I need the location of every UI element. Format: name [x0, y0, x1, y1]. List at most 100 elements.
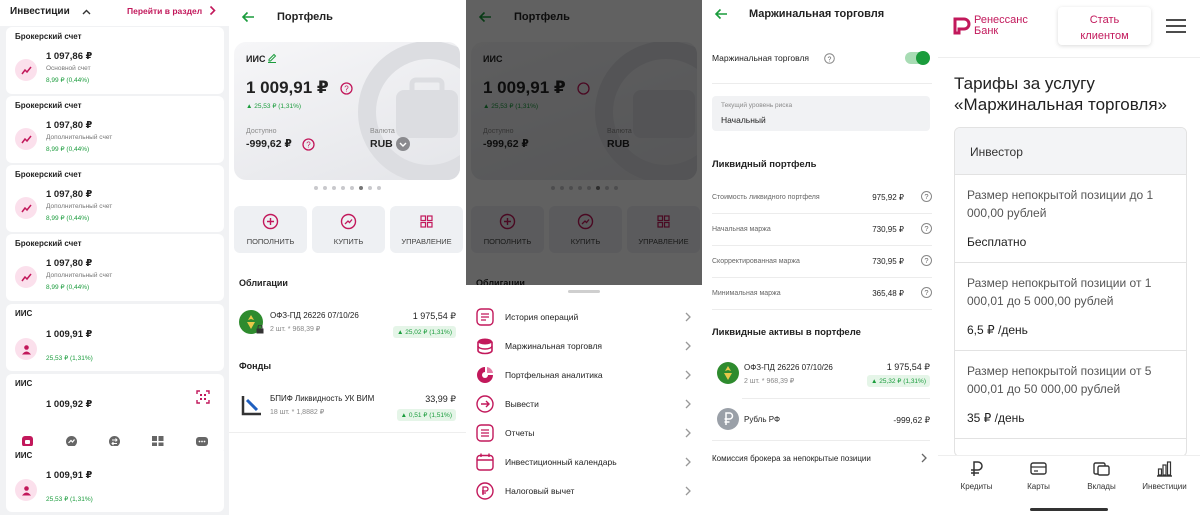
- menu-margin-trading[interactable]: Маржинальная торговля: [466, 332, 702, 361]
- asset-ruble-row[interactable]: Рубль РФ -999,62 ₽: [702, 404, 938, 436]
- tariffs-heading: Тарифы за услугу «Маржинальная торговля»: [954, 74, 1167, 114]
- bond-row[interactable]: ОФЗ-ПД 26226 07/10/26 2 шт. * 968,39 ₽ 1…: [229, 305, 466, 343]
- go-to-section-link[interactable]: Перейти в раздел: [127, 6, 202, 16]
- account-name: ИИС: [246, 54, 266, 64]
- account-change: 8,99 ₽ (0,44%): [46, 77, 90, 84]
- chevron-down-icon[interactable]: [396, 137, 410, 151]
- fund-change: ▲ 0,51 ₽ (1,51%): [396, 409, 456, 421]
- chevron-right-icon: [685, 457, 691, 467]
- menu-analytics[interactable]: Портфельная аналитика: [466, 361, 702, 390]
- briefcase-watermark-icon: [358, 42, 460, 180]
- calendar-icon: [476, 453, 494, 471]
- account-title: Брокерский счет: [15, 239, 82, 248]
- help-icon[interactable]: ?: [302, 138, 315, 151]
- svg-text:?: ?: [344, 85, 349, 94]
- account-card[interactable]: ИИС 1 009,91 ₽ 25,53 ₽ (1,31%): [6, 304, 224, 371]
- page-title: Маржинальная торговля: [749, 8, 885, 20]
- minimum-margin-row: Минимальная маржа 365,48 ₽ ?: [712, 278, 932, 310]
- portfolio-panel: Портфель ИИС 1 009,91 ₽ ? ▲ 25,53 ₽ (1,3…: [229, 0, 466, 515]
- qr-scan-icon[interactable]: [196, 390, 210, 404]
- edit-pencil-icon[interactable]: [267, 53, 277, 63]
- portfolio-card[interactable]: ИИС 1 009,91 ₽ ? ▲ 25,53 ₽ (1,31%) Досту…: [234, 42, 460, 180]
- trend-circle-icon: [340, 213, 357, 230]
- plus-circle-icon: [262, 213, 279, 230]
- account-subtitle: Основной счет: [46, 65, 91, 72]
- bonds-section-title: Облигации: [239, 278, 288, 288]
- svg-text:?: ?: [828, 56, 832, 63]
- help-icon[interactable]: ?: [921, 255, 932, 266]
- sheet-handle[interactable]: [568, 290, 600, 293]
- risk-level-field[interactable]: Текущий уровень риска Начальный: [712, 96, 930, 131]
- back-arrow-icon[interactable]: [241, 11, 255, 23]
- buy-button[interactable]: КУПИТЬ: [312, 206, 385, 253]
- nav-deposits[interactable]: Вклады: [1069, 456, 1134, 506]
- grid-icon: [420, 215, 433, 228]
- fund-qty: 18 шт. * 1,8882 ₽: [270, 409, 325, 416]
- currency-value: RUB: [370, 138, 393, 150]
- menu-reports[interactable]: Отчеты: [466, 419, 702, 448]
- account-card[interactable]: Брокерский счет 1 097,80 ₽ Дополнительны…: [6, 165, 224, 232]
- help-icon[interactable]: ?: [921, 223, 932, 234]
- account-card[interactable]: Брокерский счет 1 097,86 ₽ Основной счет…: [6, 27, 224, 94]
- divider: [712, 83, 932, 84]
- chevron-up-icon[interactable]: [82, 9, 91, 15]
- chevron-right-icon: [685, 370, 691, 380]
- account-card[interactable]: Брокерский счет 1 097,80 ₽ Дополнительны…: [6, 234, 224, 301]
- arrow-out-icon: [476, 395, 494, 413]
- asset-amount: -999,62 ₽: [893, 415, 930, 425]
- account-title: ИИС: [15, 451, 33, 460]
- menu-tax-deduction[interactable]: Налоговый вычет: [466, 477, 702, 506]
- fund-logo-icon: [241, 396, 261, 416]
- menu-withdraw[interactable]: Вывести: [466, 390, 702, 419]
- account-title: Брокерский счет: [15, 101, 82, 110]
- table-row: Размер непокрытой позиции до 1 000,00 ру…: [955, 175, 1186, 263]
- menu-history[interactable]: История операций: [466, 303, 702, 332]
- asset-name: Рубль РФ: [744, 415, 781, 424]
- asset-bond-row[interactable]: ОФЗ-ПД 26226 07/10/26 2 шт. * 968,39 ₽ 1…: [702, 355, 938, 397]
- hamburger-menu-icon[interactable]: [1166, 18, 1186, 34]
- risk-level-value: Начальный: [721, 115, 766, 125]
- account-change: 8,99 ₽ (0,44%): [46, 146, 90, 153]
- bond-change: ▲ 25,02 ₽ (1,31%): [392, 326, 456, 338]
- back-arrow-icon[interactable]: [714, 8, 728, 20]
- dim-overlay[interactable]: [466, 0, 702, 285]
- account-card[interactable]: Брокерский счет 1 097,80 ₽ Дополнительны…: [6, 96, 224, 163]
- funds-section-title: Фонды: [239, 361, 272, 371]
- commission-link[interactable]: Комиссия брокера за непокрытые позиции: [702, 445, 938, 471]
- bank-tariffs-panel: Ренессанс Банк Стать клиентом Тарифы за …: [938, 0, 1200, 515]
- manage-button[interactable]: УПРАВЛЕНИЕ: [390, 206, 463, 253]
- help-icon[interactable]: ?: [921, 191, 932, 202]
- nav-investments[interactable]: Инвестиции: [1132, 456, 1197, 506]
- help-icon[interactable]: ?: [824, 53, 835, 64]
- bond-amount: 1 975,54 ₽: [412, 311, 456, 321]
- portfolio-menu-panel: Портфель ИИС 1 009,91 ₽ ▲ 25,53 ₽ (1,31%…: [466, 0, 702, 515]
- lock-icon: [256, 325, 264, 334]
- chevron-right-icon[interactable]: [209, 5, 216, 16]
- emblem-icon: [717, 362, 739, 384]
- person-icon: [15, 338, 37, 360]
- currency-label: Валюта: [370, 128, 395, 135]
- account-amount: 1 097,80 ₽: [46, 258, 93, 269]
- pie-icon: [477, 367, 493, 383]
- account-amount: 1 097,86 ₽: [46, 51, 93, 62]
- bond-qty: 2 шт. * 968,39 ₽: [270, 326, 321, 333]
- help-icon[interactable]: ?: [340, 82, 353, 95]
- top-up-button[interactable]: ПОПОЛНИТЬ: [234, 206, 307, 253]
- margin-toggle-switch[interactable]: [905, 51, 930, 65]
- margin-toggle-label: Маржинальная торговля: [712, 53, 810, 63]
- become-client-button[interactable]: Стать клиентом: [1058, 7, 1151, 45]
- bank-logo-icon[interactable]: [953, 17, 971, 35]
- liquid-assets-title: Ликвидные активы в портфеле: [712, 327, 861, 338]
- chevron-right-icon: [685, 428, 691, 438]
- account-change: 8,99 ₽ (0,44%): [46, 284, 90, 291]
- help-icon[interactable]: ?: [921, 287, 932, 298]
- nav-credits[interactable]: Кредиты: [944, 456, 1009, 506]
- ruble-icon: [971, 461, 983, 476]
- adjusted-margin-row: Скорректированная маржа 730,95 ₽ ?: [712, 246, 932, 278]
- nav-cards[interactable]: Карты: [1006, 456, 1071, 506]
- menu-calendar[interactable]: Инвестиционный календарь: [466, 448, 702, 477]
- fund-row[interactable]: БПИФ Ликвидность УК ВИМ 18 шт. * 1,8882 …: [229, 388, 466, 428]
- account-card[interactable]: ИИС 1 009,91 ₽ 25,53 ₽ (1,31%): [6, 446, 224, 512]
- chevron-right-icon: [685, 486, 691, 496]
- account-subtitle: Дополнительный счет: [46, 272, 113, 279]
